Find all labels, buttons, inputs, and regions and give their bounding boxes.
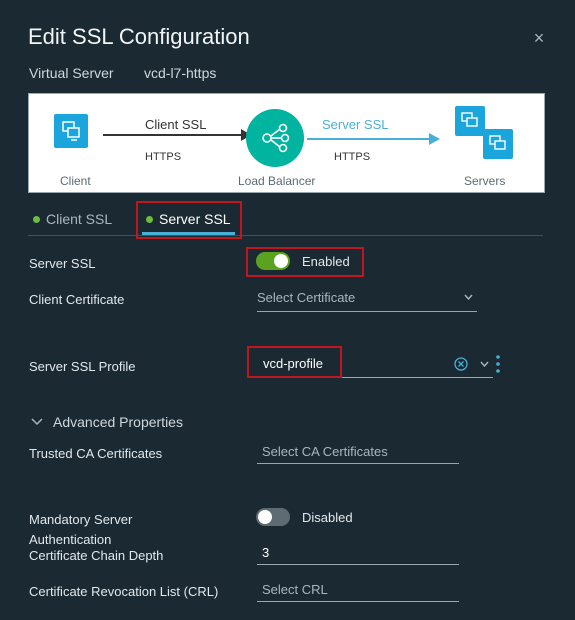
server-ssl-profile-highlight	[247, 346, 342, 378]
server-ssl-label: Server SSL	[29, 256, 96, 271]
chevron-down-icon[interactable]	[31, 418, 43, 426]
mandatory-auth-label-line1: Mandatory Server	[29, 512, 133, 527]
crl-label: Certificate Revocation List (CRL)	[29, 584, 219, 599]
chevron-down-icon[interactable]	[480, 361, 489, 367]
server-ssl-profile-label: Server SSL Profile	[29, 359, 136, 374]
servers-label: Servers	[464, 174, 506, 188]
tab-server-ssl[interactable]: Server SSL	[146, 211, 231, 227]
chain-depth-label: Certificate Chain Depth	[29, 548, 164, 563]
client-certificate-label: Client Certificate	[29, 292, 125, 307]
status-dot-icon	[33, 216, 40, 223]
client-ssl-diagram-label: Client SSL	[145, 117, 207, 132]
chain-depth-input[interactable]: 3	[257, 545, 459, 565]
virtual-server-value: vcd-l7-https	[144, 65, 217, 81]
trusted-ca-select[interactable]: Select CA Certificates	[257, 444, 459, 464]
mandatory-auth-label-line2: Authentication	[29, 532, 112, 547]
mandatory-auth-toggle[interactable]	[256, 508, 290, 526]
crl-placeholder: Select CRL	[262, 582, 328, 597]
dialog-title: Edit SSL Configuration	[28, 24, 250, 49]
trusted-ca-placeholder: Select CA Certificates	[262, 444, 388, 459]
toggle-knob	[274, 254, 288, 268]
server-ssl-state: Enabled	[302, 254, 350, 269]
clear-icon[interactable]	[454, 357, 468, 371]
more-options-icon[interactable]	[495, 354, 501, 374]
server-icon-1	[455, 106, 485, 136]
virtual-server-label: Virtual Server	[29, 65, 114, 81]
server-ssl-toggle[interactable]	[256, 252, 290, 270]
chain-depth-value: 3	[262, 545, 270, 560]
tab-client-ssl[interactable]: Client SSL	[33, 211, 112, 227]
client-icon	[54, 114, 88, 148]
server-ssl-diagram-label: Server SSL	[322, 117, 389, 132]
advanced-properties-toggle[interactable]: Advanced Properties	[53, 414, 183, 430]
close-icon[interactable]: ×	[530, 28, 548, 49]
tab-client-ssl-label: Client SSL	[46, 211, 113, 227]
server-protocol-label: HTTPS	[334, 151, 371, 163]
load-balancer-icon	[246, 109, 304, 167]
trusted-ca-label: Trusted CA Certificates	[29, 446, 163, 461]
client-certificate-select[interactable]: Select Certificate	[257, 290, 477, 312]
mandatory-auth-state: Disabled	[302, 510, 353, 525]
ssl-diagram: Client Client SSL HTTPS Load Balancer Se…	[28, 93, 545, 193]
status-dot-icon	[146, 216, 153, 223]
client-label: Client	[60, 174, 91, 188]
load-balancer-label: Load Balancer	[238, 174, 316, 188]
client-protocol-label: HTTPS	[145, 151, 182, 163]
server-arrow	[307, 133, 440, 145]
server-icon-2	[483, 129, 513, 159]
toggle-knob	[258, 510, 272, 524]
active-tab-indicator	[142, 232, 235, 235]
tabs-divider	[28, 235, 543, 236]
crl-select[interactable]: Select CRL	[257, 582, 459, 602]
chevron-down-icon	[464, 294, 473, 300]
tab-server-ssl-label: Server SSL	[159, 211, 231, 227]
client-certificate-placeholder: Select Certificate	[257, 290, 356, 305]
